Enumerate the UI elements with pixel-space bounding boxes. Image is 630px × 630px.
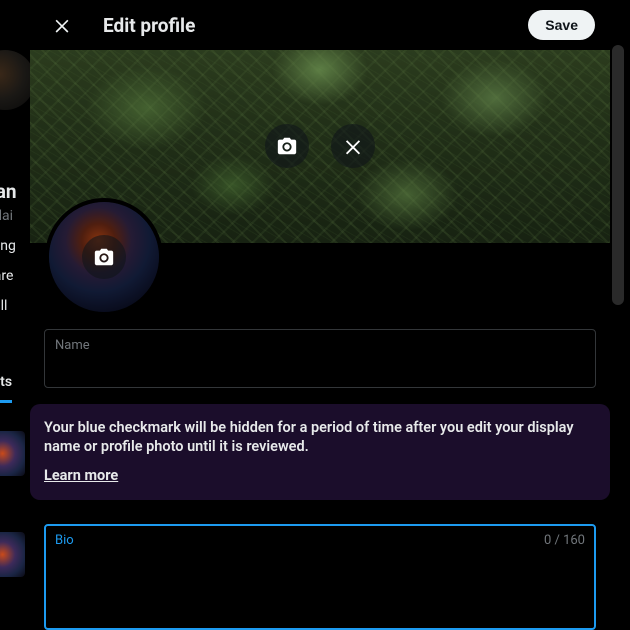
bio-label: Bio bbox=[55, 533, 585, 548]
name-input[interactable] bbox=[55, 355, 585, 377]
name-label: Name bbox=[55, 338, 585, 353]
close-icon bbox=[342, 135, 364, 157]
camera-icon bbox=[276, 135, 298, 157]
scrollbar[interactable] bbox=[612, 0, 624, 630]
change-banner-button[interactable] bbox=[265, 124, 309, 168]
modal-title: Edit profile bbox=[103, 14, 528, 37]
profile-avatar bbox=[45, 198, 163, 316]
notice-text: Your blue checkmark will be hidden for a… bbox=[44, 418, 596, 457]
remove-banner-button[interactable] bbox=[331, 124, 375, 168]
bio-counter: 0 / 160 bbox=[544, 533, 585, 548]
bg-media-thumb-2 bbox=[0, 532, 25, 577]
close-button[interactable] bbox=[45, 8, 79, 42]
bio-input[interactable] bbox=[55, 550, 585, 615]
edit-profile-modal: Edit profile Save Name Your blue checkma… bbox=[30, 0, 610, 630]
close-icon bbox=[52, 15, 72, 35]
scrollbar-thumb[interactable] bbox=[612, 45, 624, 305]
save-button[interactable]: Save bbox=[528, 10, 595, 40]
bio-field[interactable]: Bio 0 / 160 bbox=[44, 524, 596, 630]
banner-actions bbox=[265, 124, 375, 168]
bg-tab-posts: osts bbox=[0, 374, 12, 403]
bg-media-thumb-1 bbox=[0, 431, 25, 476]
learn-more-link[interactable]: Learn more bbox=[44, 467, 118, 484]
camera-icon bbox=[93, 246, 115, 268]
checkmark-notice: Your blue checkmark will be hidden for a… bbox=[30, 404, 610, 500]
name-field[interactable]: Name bbox=[44, 329, 596, 388]
modal-header: Edit profile Save bbox=[30, 0, 610, 50]
change-avatar-button[interactable] bbox=[82, 235, 126, 279]
